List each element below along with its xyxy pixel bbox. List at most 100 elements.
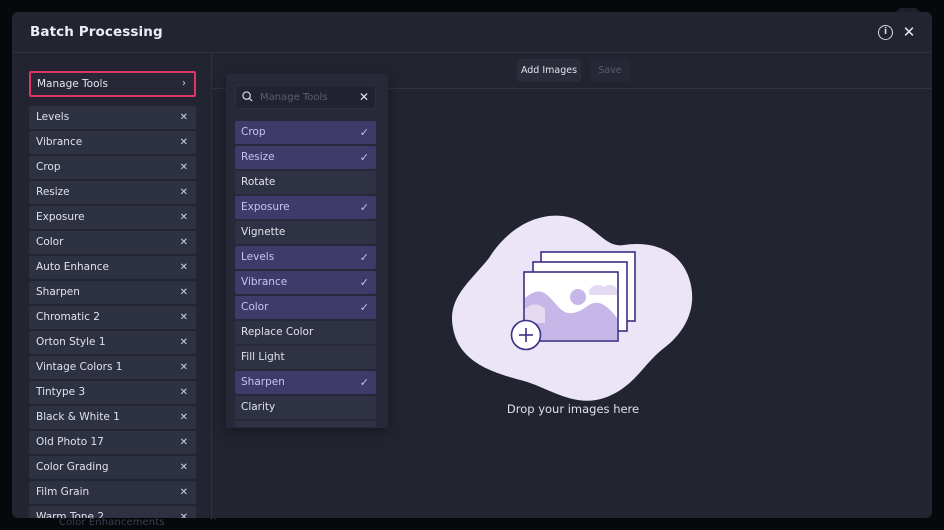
tool-option[interactable]: Vibrance ✓ [235, 271, 376, 294]
tool-label: Crop [36, 161, 61, 173]
drop-zone-text: Drop your images here [506, 402, 640, 416]
underlying-panel-label: Color Enhancements [59, 517, 165, 528]
add-images-button[interactable]: Add Images [517, 59, 581, 82]
selected-tool-item[interactable]: Orton Style 1 ✕ [29, 331, 196, 354]
remove-tool-icon[interactable]: ✕ [180, 381, 188, 404]
selected-tool-item[interactable]: Levels ✕ [29, 106, 196, 129]
close-icon[interactable]: ✕ [901, 23, 917, 41]
tool-label: Warm Tone 2 [36, 511, 105, 518]
drop-zone-illustration[interactable] [449, 203, 699, 403]
checkmark-icon: ✓ [359, 251, 369, 264]
selected-tools-list: Levels ✕ Vibrance ✕ Crop ✕ Resize ✕ Exposure ✕ Col… [29, 106, 196, 518]
save-button[interactable]: Save [590, 59, 630, 82]
tool-option-label: Fill Light [241, 351, 285, 363]
selected-tool-item[interactable]: Vintage Colors 1 ✕ [29, 356, 196, 379]
tool-option-overflow [235, 421, 376, 427]
tool-option-label: Rotate [241, 176, 276, 188]
selected-tools-panel: Manage Tools › Levels ✕ Vibrance ✕ Crop ✕ Resi… [12, 53, 212, 518]
checkmark-icon: ✓ [359, 201, 369, 214]
remove-tool-icon[interactable]: ✕ [180, 481, 188, 504]
add-circle-icon [510, 319, 542, 351]
remove-tool-icon[interactable]: ✕ [180, 356, 188, 379]
selected-tool-item[interactable]: Auto Enhance ✕ [29, 256, 196, 279]
image-stack-icon [523, 251, 636, 342]
tool-option[interactable]: Vignette [235, 221, 376, 244]
tool-option-label: Sharpen [241, 376, 285, 388]
tool-label: Auto Enhance [36, 261, 109, 273]
tool-label: Film Grain [36, 486, 90, 498]
remove-tool-icon[interactable]: ✕ [180, 306, 188, 329]
tool-option-label: Color [241, 301, 269, 313]
selected-tool-item[interactable]: Warm Tone 2 ✕ [29, 506, 196, 518]
tool-option[interactable]: Rotate [235, 171, 376, 194]
selected-tool-item[interactable]: Old Photo 17 ✕ [29, 431, 196, 454]
tool-label: Vibrance [36, 136, 83, 148]
selected-tool-item[interactable]: Black & White 1 ✕ [29, 406, 196, 429]
tool-label: Color [36, 236, 64, 248]
remove-tool-icon[interactable]: ✕ [180, 231, 188, 254]
checkmark-icon: ✓ [359, 126, 369, 139]
modal-header: Batch Processing i ✕ [12, 12, 932, 53]
tool-option-label: Resize [241, 151, 275, 163]
tool-label: Black & White 1 [36, 411, 120, 423]
remove-tool-icon[interactable]: ✕ [180, 206, 188, 229]
tool-label: Exposure [36, 211, 85, 223]
checkmark-icon: ✓ [359, 151, 369, 164]
tool-option-label: Vibrance [241, 276, 288, 288]
chevron-right-icon: › [182, 78, 186, 89]
tool-option[interactable]: Replace Color [235, 321, 376, 344]
remove-tool-icon[interactable]: ✕ [180, 256, 188, 279]
tool-option[interactable]: Levels ✓ [235, 246, 376, 269]
tool-option-label: Crop [241, 126, 266, 138]
tool-option[interactable]: Color ✓ [235, 296, 376, 319]
tool-option-label: Levels [241, 251, 275, 263]
remove-tool-icon[interactable]: ✕ [180, 181, 188, 204]
remove-tool-icon[interactable]: ✕ [180, 106, 188, 129]
remove-tool-icon[interactable]: ✕ [180, 281, 188, 304]
remove-tool-icon[interactable]: ✕ [180, 431, 188, 454]
tool-option-label: Replace Color [241, 326, 314, 338]
remove-tool-icon[interactable]: ✕ [180, 331, 188, 354]
tool-option[interactable]: Exposure ✓ [235, 196, 376, 219]
selected-tool-item[interactable]: Tintype 3 ✕ [29, 381, 196, 404]
clear-search-icon[interactable]: ✕ [359, 88, 369, 106]
tool-option[interactable]: Resize ✓ [235, 146, 376, 169]
remove-tool-icon[interactable]: ✕ [180, 131, 188, 154]
tool-option[interactable]: Crop ✓ [235, 121, 376, 144]
tool-label: Vintage Colors 1 [36, 361, 123, 373]
selected-tool-item[interactable]: Color Grading ✕ [29, 456, 196, 479]
manage-tools-button[interactable]: Manage Tools › [29, 71, 196, 97]
tool-options-list: Crop ✓ Resize ✓ Rotate Exposure ✓ Vignette Level… [235, 121, 376, 428]
selected-tool-item[interactable]: Vibrance ✕ [29, 131, 196, 154]
checkmark-icon: ✓ [359, 376, 369, 389]
selected-tool-item[interactable]: Color ✕ [29, 231, 196, 254]
search-icon [242, 91, 253, 102]
selected-tool-item[interactable]: Sharpen ✕ [29, 281, 196, 304]
tool-label: Sharpen [36, 286, 80, 298]
selected-tool-item[interactable]: Exposure ✕ [29, 206, 196, 229]
selected-tool-item[interactable]: Resize ✕ [29, 181, 196, 204]
checkmark-icon: ✓ [359, 301, 369, 314]
tool-option-label: Vignette [241, 226, 286, 238]
tool-label: Chromatic 2 [36, 311, 100, 323]
tool-label: Old Photo 17 [36, 436, 104, 448]
info-icon[interactable]: i [878, 25, 893, 40]
tool-option[interactable]: Clarity [235, 396, 376, 419]
tool-label: Levels [36, 111, 70, 123]
selected-tool-item[interactable]: Chromatic 2 ✕ [29, 306, 196, 329]
remove-tool-icon[interactable]: ✕ [180, 456, 188, 479]
tool-label: Color Grading [36, 461, 109, 473]
tool-label: Resize [36, 186, 70, 198]
manage-tools-label: Manage Tools [37, 78, 108, 90]
selected-tool-item[interactable]: Film Grain ✕ [29, 481, 196, 504]
batch-processing-modal: Batch Processing i ✕ Manage Tools › Leve… [12, 12, 932, 518]
tool-option[interactable]: Fill Light [235, 346, 376, 369]
remove-tool-icon[interactable]: ✕ [180, 406, 188, 429]
modal-title: Batch Processing [30, 24, 163, 40]
tool-search-input[interactable] [260, 88, 356, 106]
tool-option[interactable]: Sharpen ✓ [235, 371, 376, 394]
selected-tool-item[interactable]: Crop ✕ [29, 156, 196, 179]
tool-option-label: Exposure [241, 201, 290, 213]
remove-tool-icon[interactable]: ✕ [180, 506, 188, 518]
remove-tool-icon[interactable]: ✕ [180, 156, 188, 179]
